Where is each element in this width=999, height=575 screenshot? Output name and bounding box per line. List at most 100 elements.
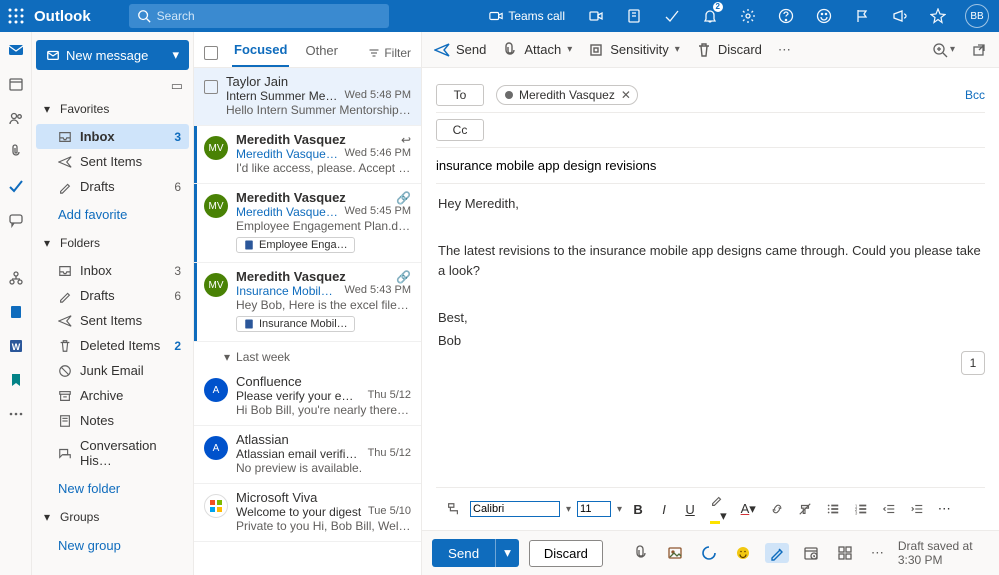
- org-rail-icon[interactable]: [6, 268, 26, 288]
- nav-item-drafts[interactable]: Drafts6: [36, 283, 189, 308]
- font-size-select[interactable]: [577, 501, 611, 517]
- tab-focused[interactable]: Focused: [232, 38, 289, 67]
- message-item[interactable]: Taylor JainIntern Summer Men…Wed 5:48 PM…: [194, 68, 421, 126]
- teams-call-button[interactable]: Teams call: [481, 9, 573, 23]
- add-favorite-link[interactable]: Add favorite: [36, 201, 189, 228]
- group-header[interactable]: ▾Last week: [194, 342, 421, 368]
- italic-button[interactable]: I: [654, 500, 674, 519]
- task-icon[interactable]: [657, 0, 687, 32]
- popout-cmd-icon[interactable]: [971, 42, 987, 58]
- indent-icon[interactable]: [906, 500, 928, 518]
- mail-rail-icon[interactable]: [6, 40, 26, 60]
- groups-section[interactable]: ▾Groups: [36, 504, 189, 530]
- bold-button[interactable]: B: [628, 500, 648, 519]
- word-rail-icon[interactable]: W: [6, 336, 26, 356]
- attachment-chip[interactable]: Employee Enga…: [236, 237, 355, 253]
- nav-item-sent-items[interactable]: Sent Items: [36, 308, 189, 333]
- todo-rail-icon[interactable]: [6, 176, 26, 196]
- collapse-nav-icon[interactable]: ▭: [171, 78, 183, 93]
- more-fmt-icon[interactable]: ⋯: [934, 499, 955, 519]
- folders-section[interactable]: ▾Folders: [36, 230, 189, 256]
- message-item[interactable]: MVMeredith Vasquez↩Meredith Vasquez …Wed…: [194, 126, 421, 184]
- sensitivity-cmd-button[interactable]: Sensitivity▾: [588, 42, 680, 58]
- send-button[interactable]: Send▾: [432, 539, 519, 567]
- message-item[interactable]: AConfluencePlease verify your email…Thu …: [194, 368, 421, 426]
- more-tool-icon[interactable]: ⋯: [867, 543, 888, 563]
- loop-tool-icon[interactable]: [697, 543, 721, 563]
- more-apps-icon[interactable]: [6, 404, 26, 424]
- attach-cmd-button[interactable]: Attach▾: [502, 42, 572, 58]
- message-body[interactable]: Hey Meredith, The latest revisions to th…: [436, 184, 985, 487]
- send-split-icon[interactable]: ▾: [495, 539, 519, 567]
- message-item[interactable]: AAtlassianAtlassian email verificat…Thu …: [194, 426, 421, 484]
- people-rail-icon[interactable]: [6, 108, 26, 128]
- numbering-icon[interactable]: 123: [850, 500, 872, 518]
- nav-item-archive[interactable]: Archive: [36, 383, 189, 408]
- suggestion-count-badge[interactable]: 1: [961, 351, 985, 375]
- flag-icon[interactable]: [847, 0, 877, 32]
- bullets-icon[interactable]: [822, 500, 844, 518]
- attach-tool-icon[interactable]: [629, 543, 653, 563]
- font-select[interactable]: [470, 501, 560, 517]
- nav-item-junk-email[interactable]: Junk Email: [36, 358, 189, 383]
- recipient-chip[interactable]: Meredith Vasquez✕: [496, 85, 638, 105]
- nav-item-sent-items[interactable]: Sent Items: [36, 149, 189, 174]
- message-item[interactable]: MVMeredith Vasquez🔗Meredith Vasquez …Wed…: [194, 184, 421, 263]
- emoji-tool-icon[interactable]: [731, 543, 755, 563]
- attachment-chip[interactable]: Insurance Mobil…: [236, 316, 355, 332]
- message-checkbox[interactable]: [204, 80, 218, 94]
- search-box[interactable]: [129, 4, 389, 28]
- image-tool-icon[interactable]: [663, 543, 687, 563]
- nav-item-drafts[interactable]: Drafts6: [36, 174, 189, 199]
- nav-item-conversation-his-[interactable]: Conversation His…: [36, 433, 189, 473]
- bcc-link[interactable]: Bcc: [965, 88, 985, 102]
- editor-tool-icon[interactable]: [765, 543, 789, 563]
- format-painter-icon[interactable]: [442, 500, 464, 518]
- more-cmd-icon[interactable]: ⋯: [778, 42, 791, 58]
- settings-icon[interactable]: [733, 0, 763, 32]
- premium-icon[interactable]: [923, 0, 953, 32]
- megaphone-icon[interactable]: [885, 0, 915, 32]
- yammer-rail-icon[interactable]: [6, 210, 26, 230]
- notes-icon[interactable]: [619, 0, 649, 32]
- feedback-icon[interactable]: [809, 0, 839, 32]
- nav-item-notes[interactable]: Notes: [36, 408, 189, 433]
- help-icon[interactable]: [771, 0, 801, 32]
- message-item[interactable]: Microsoft VivaWelcome to your digestTue …: [194, 484, 421, 542]
- meet-now-icon[interactable]: [581, 0, 611, 32]
- apps-tool-icon[interactable]: [833, 543, 857, 563]
- favorites-section[interactable]: ▾Favorites: [36, 96, 189, 122]
- discard-cmd-button[interactable]: Discard: [696, 42, 762, 58]
- tab-other[interactable]: Other: [303, 39, 340, 66]
- zoom-cmd-icon[interactable]: ▾: [932, 42, 955, 58]
- bookmark-rail-icon[interactable]: [6, 370, 26, 390]
- font-color-button[interactable]: A▾: [737, 499, 760, 519]
- to-button[interactable]: To: [436, 84, 484, 106]
- bell-icon[interactable]: 2: [695, 0, 725, 32]
- new-group-link[interactable]: New group: [36, 532, 189, 559]
- discard-button[interactable]: Discard: [529, 540, 603, 567]
- calendar-rail-icon[interactable]: [6, 74, 26, 94]
- search-input[interactable]: [157, 9, 381, 23]
- user-avatar[interactable]: BB: [965, 4, 989, 28]
- nav-item-inbox[interactable]: Inbox3: [36, 124, 189, 149]
- bookings-rail-icon[interactable]: [6, 302, 26, 322]
- nav-item-inbox[interactable]: Inbox3: [36, 258, 189, 283]
- new-message-button[interactable]: New message ▾: [36, 40, 189, 70]
- subject-input[interactable]: [436, 158, 985, 173]
- filter-button[interactable]: Filter: [368, 46, 411, 60]
- clear-fmt-icon[interactable]: [794, 500, 816, 518]
- select-all-checkbox[interactable]: [204, 46, 218, 60]
- files-rail-icon[interactable]: [6, 142, 26, 162]
- highlight-button[interactable]: ▾: [706, 492, 731, 526]
- nav-item-deleted-items[interactable]: Deleted Items2: [36, 333, 189, 358]
- new-folder-link[interactable]: New folder: [36, 475, 189, 502]
- underline-button[interactable]: U: [680, 500, 700, 519]
- remove-chip-icon[interactable]: ✕: [621, 88, 631, 102]
- cc-button[interactable]: Cc: [436, 119, 484, 141]
- waffle-icon[interactable]: [6, 6, 26, 26]
- message-item[interactable]: MVMeredith Vasquez🔗Insurance Mobile …Wed…: [194, 263, 421, 342]
- send-cmd-button[interactable]: Send: [434, 42, 486, 58]
- scheduling-tool-icon[interactable]: [799, 543, 823, 563]
- link-fmt-icon[interactable]: [766, 500, 788, 518]
